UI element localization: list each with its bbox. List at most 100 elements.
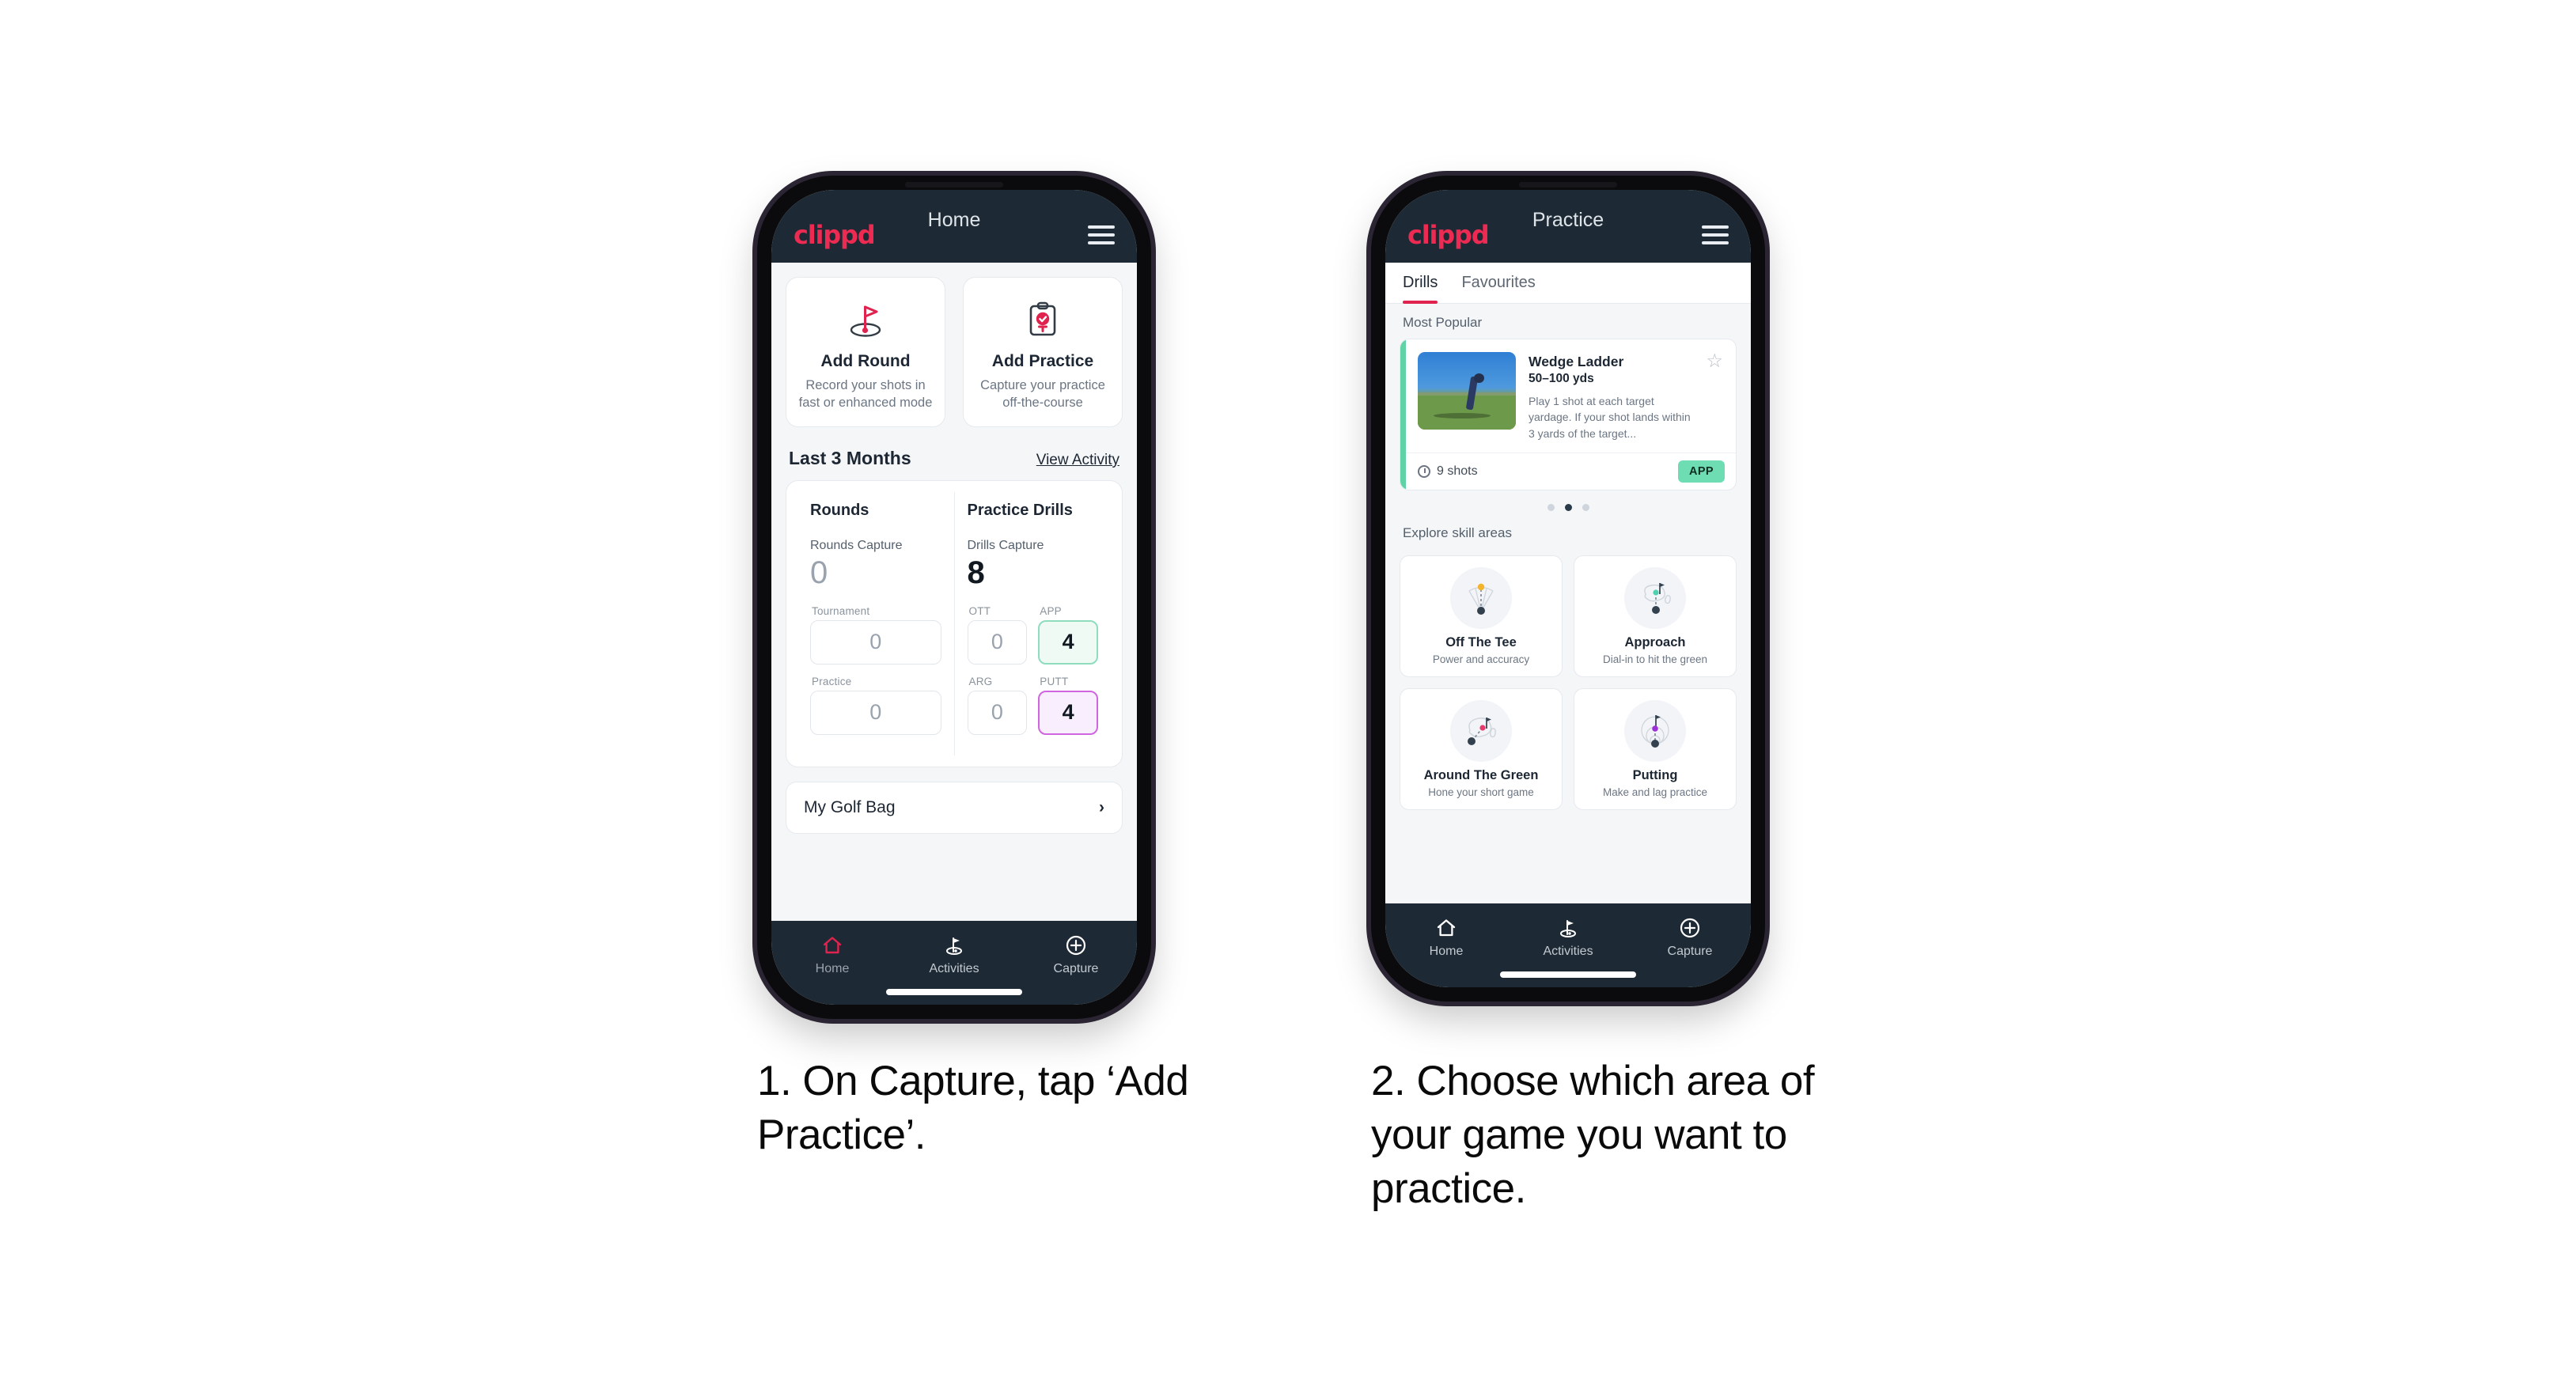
phone1-screen: clippd Home Add Round Record your shots … (771, 190, 1137, 1005)
skill-areas-grid: Off The Tee Power and accuracy Approach … (1385, 549, 1751, 810)
carousel-dot[interactable] (1582, 503, 1589, 511)
home-indicator (886, 989, 1022, 995)
nav-home[interactable]: Home (771, 932, 893, 976)
tournament-label: Tournament (812, 604, 870, 617)
arg-field: ARG 0 (967, 675, 1028, 735)
skill-card-approach[interactable]: Approach Dial-in to hit the green (1574, 555, 1737, 677)
phone2-content: Most Popular Wedge Ladder 50–100 yds Pla… (1385, 304, 1751, 903)
carousel-dot[interactable] (1547, 503, 1555, 511)
brand-logo[interactable]: clippd (794, 220, 876, 250)
add-round-title: Add Round (820, 352, 911, 370)
ott-field: OTT 0 (967, 604, 1028, 665)
putt-field: PUTT 4 (1038, 676, 1098, 735)
tutorial-figure: clippd Home Add Round Record your shots … (0, 0, 2576, 1386)
carousel-dot-active[interactable] (1564, 503, 1572, 511)
skill-desc: Power and accuracy (1432, 653, 1530, 665)
phone-speaker (905, 182, 1003, 187)
my-golf-bag-row[interactable]: My Golf Bag › (786, 781, 1123, 834)
skill-desc: Hone your short game (1428, 786, 1534, 798)
nav-home-label: Home (1429, 945, 1464, 958)
drills-capture-value: 8 (967, 555, 985, 590)
add-round-card[interactable]: Add Round Record your shots in fast or e… (786, 277, 945, 427)
quick-actions: Add Round Record your shots in fast or e… (771, 263, 1137, 427)
home-indicator (1500, 971, 1636, 978)
ott-value[interactable]: 0 (967, 619, 1028, 665)
phone-mockup-practice: clippd Practice Drills Favourites Most P… (1371, 176, 1765, 1002)
drill-title: Wedge Ladder (1529, 354, 1624, 369)
nav-activities[interactable]: Activities (893, 932, 1015, 976)
stats-panel: Rounds Rounds Capture 0 Tournament 0 Pra… (786, 479, 1123, 767)
phone-mockup-home: clippd Home Add Round Record your shots … (757, 176, 1151, 1019)
golf-bag-label: My Golf Bag (804, 797, 896, 816)
nav-capture-label: Capture (1667, 945, 1713, 958)
plus-circle-icon (1015, 932, 1137, 959)
add-practice-card[interactable]: Add Practice Capture your practice off-t… (963, 277, 1123, 427)
status-badge: APP (1677, 460, 1725, 483)
drill-card[interactable]: Wedge Ladder 50–100 yds Play 1 shot at e… (1400, 339, 1737, 490)
tab-favourites[interactable]: Favourites (1461, 274, 1535, 303)
rounds-heading: Rounds (810, 501, 869, 519)
phone-speaker (1519, 182, 1617, 187)
add-practice-title: Add Practice (991, 352, 1094, 370)
skill-card-putting[interactable]: Putting Make and lag practice (1574, 687, 1737, 810)
section-title: Last 3 Months (789, 447, 911, 468)
most-popular-label: Most Popular (1403, 315, 1483, 330)
nav-capture[interactable]: Capture (1015, 932, 1137, 976)
tournament-field: Tournament 0 (810, 605, 941, 665)
skill-title: Putting (1632, 767, 1678, 782)
phone1-app-bar: clippd Home (771, 190, 1137, 263)
practice-value[interactable]: 0 (810, 690, 941, 735)
drills-capture-label: Drills Capture (967, 538, 1044, 552)
star-outline-icon[interactable]: ☆ (1706, 352, 1723, 441)
rounds-capture-value: 0 (810, 555, 828, 590)
nav-capture[interactable]: Capture (1629, 915, 1751, 959)
golf-flag-icon (1507, 915, 1629, 941)
golf-flag-hole-icon (794, 293, 937, 346)
putt-label: PUTT (1040, 675, 1069, 687)
view-activity-link[interactable]: View Activity (1036, 452, 1119, 469)
nav-home[interactable]: Home (1385, 915, 1507, 959)
arg-label: ARG (968, 675, 993, 687)
rounds-column: Rounds Rounds Capture 0 Tournament 0 Pra… (797, 492, 954, 755)
drills-heading: Practice Drills (967, 501, 1073, 519)
clock-icon (1418, 464, 1430, 478)
clipboard-check-tee-icon (972, 293, 1114, 346)
putting-rings-icon (1624, 699, 1686, 762)
app-field: APP 4 (1038, 605, 1098, 665)
add-round-desc: Record your shots in fast or enhanced mo… (798, 378, 933, 410)
hamburger-icon[interactable] (1088, 225, 1115, 244)
ott-label: OTT (968, 604, 991, 617)
app-value[interactable]: 4 (1038, 619, 1098, 665)
practice-label: Practice (812, 675, 852, 687)
add-practice-desc: Capture your practice off-the-course (980, 378, 1105, 410)
tournament-value[interactable]: 0 (810, 619, 941, 665)
tee-fan-icon (1450, 566, 1512, 629)
nav-capture-label: Capture (1053, 962, 1099, 975)
putt-value[interactable]: 4 (1038, 690, 1098, 735)
caption-step-1: 1. On Capture, tap ‘Add Practice’. (757, 1058, 1189, 1158)
hamburger-icon[interactable] (1702, 225, 1729, 244)
carousel-dots[interactable] (1385, 490, 1751, 514)
explore-skill-areas-label: Explore skill areas (1403, 524, 1512, 540)
phone1-content: Add Round Record your shots in fast or e… (771, 263, 1137, 921)
phone2-bottom-nav: Home Activities Capture (1385, 903, 1751, 987)
nav-activities-label: Activities (929, 962, 979, 975)
skill-card-off-the-tee[interactable]: Off The Tee Power and accuracy (1400, 555, 1563, 677)
caption-step-2: 2. Choose which area of your game you wa… (1371, 1058, 1815, 1212)
tab-drills[interactable]: Drills (1403, 274, 1438, 304)
chevron-right-icon: › (1099, 797, 1104, 816)
brand-logo[interactable]: clippd (1407, 220, 1490, 250)
last-3-months-header: Last 3 Months View Activity (771, 427, 1137, 480)
practice-drills-column: Practice Drills Drills Capture 8 OTT 0 A… (953, 491, 1112, 755)
green-approach-icon (1624, 566, 1686, 629)
phone2-app-bar: clippd Practice (1385, 190, 1751, 263)
skill-card-around-the-green[interactable]: Around The Green Hone your short game (1400, 687, 1563, 810)
chip-green-icon (1450, 699, 1512, 762)
drill-shots: 9 shots (1418, 464, 1478, 479)
nav-activities[interactable]: Activities (1507, 915, 1629, 959)
home-icon (771, 932, 893, 959)
rounds-capture-label: Rounds Capture (810, 538, 903, 552)
arg-value[interactable]: 0 (967, 690, 1028, 735)
drill-card-footer: 9 shots APP (1400, 452, 1736, 490)
home-icon (1385, 915, 1507, 941)
